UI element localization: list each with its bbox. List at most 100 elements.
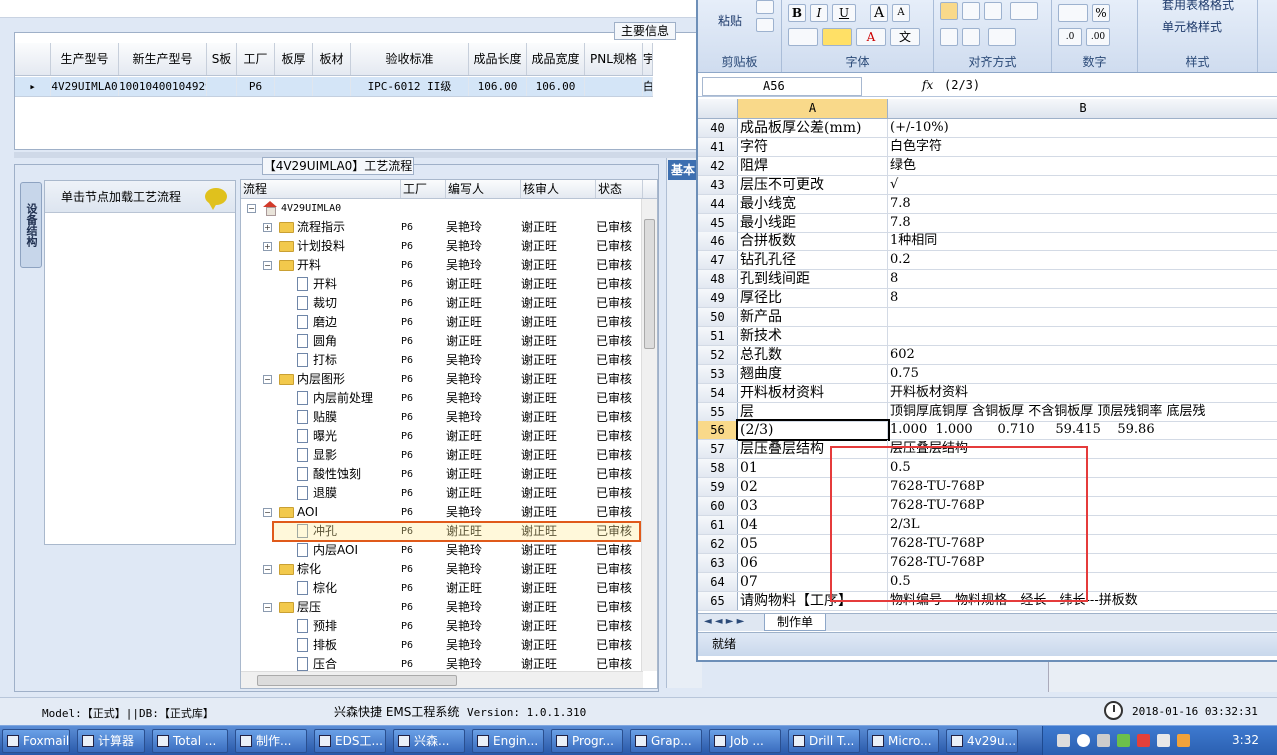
process-node[interactable]: 内层AOI [241,541,401,560]
main-info-col-header[interactable]: 成品长度 [469,43,527,75]
process-node[interactable]: 裁切 [241,294,401,313]
fill-color-icon[interactable] [822,28,852,46]
main-info-cell[interactable]: 106.00 [527,77,585,96]
row-number[interactable]: 52 [698,345,738,364]
cell-a[interactable]: 总孔数 [738,345,888,364]
taskbar-item[interactable]: 计算器 [77,729,145,753]
main-info-col-header[interactable]: 板厚 [275,43,313,75]
sheet-nav-arrows-icon[interactable]: ◄ ◄ ► ► [704,616,744,627]
process-node[interactable]: + 计划投料 [241,237,401,256]
process-node[interactable]: 曝光 [241,427,401,446]
collapse-icon[interactable]: − [263,603,272,612]
process-node[interactable]: − 棕化 [241,560,401,579]
col-status[interactable]: 状态 [596,180,643,198]
process-node[interactable]: 贴膜 [241,408,401,427]
row-number[interactable]: 45 [698,213,738,232]
main-info-col-header[interactable]: 工厂 [237,43,275,75]
cell-a[interactable]: 最小线距 [738,213,888,232]
main-info-cell[interactable] [207,77,237,96]
antivirus-icon[interactable] [1137,734,1150,747]
process-tree-row[interactable]: − AOI P6 吴艳玲 谢正旺 已审核 [241,503,657,522]
decrease-decimal-icon[interactable]: .00 [1086,28,1110,46]
name-box[interactable]: A56 [702,77,862,96]
process-tree-row[interactable]: − 4V29UIMLA0 [241,199,657,218]
tree-vertical-scrollbar[interactable] [641,199,657,671]
process-tree-row[interactable]: + 流程指示 P6 吴艳玲 谢正旺 已审核 [241,218,657,237]
process-node[interactable]: 磨边 [241,313,401,332]
process-node[interactable]: − 4V29UIMLA0 [241,199,401,218]
taskbar-item[interactable]: Total ... [152,729,228,753]
cell-a[interactable]: 成品板厚公差(mm) [738,119,888,137]
cell-a[interactable]: 最小线宽 [738,194,888,213]
bold-button[interactable]: B [788,4,806,22]
tray-clock[interactable]: 3:32 [1232,733,1259,747]
process-tree-row[interactable]: 裁切 P6 谢正旺 谢正旺 已审核 [241,294,657,313]
row-number[interactable]: 62 [698,534,738,553]
cell-b[interactable]: √ [888,176,1277,194]
cell-b[interactable]: 0.75 [888,365,1277,383]
process-node[interactable]: − 开料 [241,256,401,275]
main-info-col-header[interactable]: 宇 [643,43,653,75]
main-info-col-header[interactable]: PNL规格 [585,43,643,75]
cell-b[interactable]: 7.8 [888,214,1277,232]
tree-horizontal-scrollbar[interactable] [241,671,643,688]
col-flow[interactable]: 流程 [241,180,401,198]
cell-b[interactable]: 602 [888,346,1277,364]
cell-b[interactable]: 7.8 [888,195,1277,213]
main-info-col-header[interactable]: 板材 [313,43,351,75]
formula-input[interactable]: (2/3) [944,78,980,92]
main-info-col-header[interactable]: 验收标准 [351,43,469,75]
process-node[interactable]: 预排 [241,617,401,636]
tree-vertical-thumb[interactable] [644,219,655,349]
process-node[interactable]: 打标 [241,351,401,370]
process-tree-row[interactable]: − 棕化 P6 吴艳玲 谢正旺 已审核 [241,560,657,579]
taskbar-item[interactable]: 4v29u... [946,729,1018,753]
cell-b[interactable]: 8 [888,270,1277,288]
cell-a[interactable]: 新技术 [738,326,888,345]
row-number[interactable]: 44 [698,194,738,213]
row-selector-header[interactable] [15,43,51,75]
security-icon[interactable] [1117,734,1130,747]
main-info-col-header[interactable]: S板 [207,43,237,75]
row-number[interactable]: 57 [698,440,738,459]
process-node[interactable]: 排板 [241,636,401,655]
main-info-cell[interactable]: P6 [237,77,275,96]
increase-decimal-icon[interactable]: .0 [1058,28,1082,46]
chat-bubble-icon[interactable] [205,188,227,210]
process-tree-row[interactable]: 贴膜 P6 吴艳玲 谢正旺 已审核 [241,408,657,427]
row-number[interactable]: 54 [698,383,738,402]
main-info-cell[interactable]: 4V29UIMLA0 [51,77,119,96]
process-tree-row[interactable]: 棕化 P6 谢正旺 谢正旺 已审核 [241,579,657,598]
column-b-header[interactable]: B [888,99,1277,118]
row-number[interactable]: 46 [698,232,738,251]
process-tree-row[interactable]: 排板 P6 吴艳玲 谢正旺 已审核 [241,636,657,655]
taskbar-item[interactable]: Job ... [709,729,781,753]
expand-icon[interactable]: + [263,242,272,251]
process-tree-row[interactable]: − 层压 P6 吴艳玲 谢正旺 已审核 [241,598,657,617]
cell-b[interactable]: 0.2 [888,251,1277,269]
row-number[interactable]: 59 [698,478,738,497]
collapse-icon[interactable]: − [263,508,272,517]
copy-icon[interactable] [756,0,774,14]
volume-icon[interactable] [1157,734,1170,747]
row-number[interactable]: 63 [698,553,738,572]
row-number[interactable]: 58 [698,459,738,478]
cell-b[interactable]: 绿色 [888,157,1277,175]
orientation-icon[interactable] [988,28,1016,46]
row-number[interactable]: 50 [698,308,738,326]
process-node[interactable]: 棕化 [241,579,401,598]
cell-b[interactable]: (+/-10%) [888,119,1277,137]
row-number[interactable]: 41 [698,137,738,156]
process-tree-row[interactable]: 磨边 P6 谢正旺 谢正旺 已审核 [241,313,657,332]
main-info-cell[interactable]: 10010400104929 [119,77,207,96]
indent-increase-icon[interactable] [962,28,980,46]
collapse-icon[interactable]: − [263,261,272,270]
fx-icon[interactable]: fx [922,78,933,92]
align-left-icon[interactable] [940,2,958,20]
taskbar-item[interactable]: Foxmail [2,729,70,753]
border-icon[interactable] [788,28,818,46]
taskbar-item[interactable]: 制作... [235,729,307,753]
process-tree-row[interactable]: 显影 P6 谢正旺 谢正旺 已审核 [241,446,657,465]
format-painter-icon[interactable] [756,18,774,32]
main-info-col-header[interactable]: 生产型号 [51,43,119,75]
